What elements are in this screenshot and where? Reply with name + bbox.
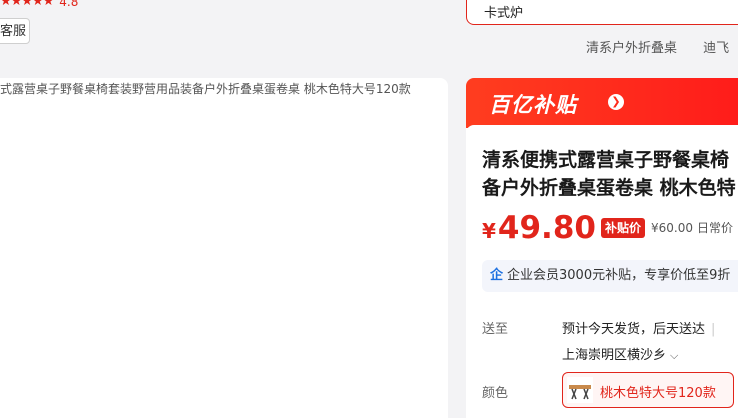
hot-link-2[interactable]: 迪飞 [703,41,729,56]
current-price: 49.80 [497,210,596,246]
subsidy-title: 百亿补贴 [489,93,577,117]
product-image-panel[interactable] [0,78,448,418]
search-input[interactable]: 卡式炉 [466,0,738,25]
original-price-label: 日常价 [697,221,734,235]
delivery-address[interactable]: 上海崇明区横沙乡 ⌵ [562,344,678,363]
chevron-right-icon: ❯ [608,94,624,110]
delivery-label: 送至 [482,322,509,337]
rating-score: 4.8 [59,0,79,9]
currency-symbol: ¥ [482,219,496,243]
divider: | [711,322,716,337]
enterprise-icon: 企 [490,268,504,283]
color-option-selected[interactable]: 桃木色特大号120款 [562,372,734,408]
product-title: 清系便携式露营桌子野餐桌椅 备户外折叠桌蛋卷桌 桃木色特 [482,146,738,202]
enterprise-member-bar[interactable]: 企企业会员3000元补贴，专享价低至9折 [482,260,738,292]
rating: ★★★★★ 4.8 [0,0,78,9]
address-text: 上海崇明区横沙乡 [562,348,667,363]
original-price: ¥60.00 [651,221,693,235]
price-row: ¥ 49.80 补贴价 ¥60.00 日常价 [482,210,733,250]
product-info-panel: 百亿补贴 ❯ 清系便携式露营桌子野餐桌椅 备户外折叠桌蛋卷桌 桃木色特 ¥ 49… [466,78,738,418]
product-title-line1: 清系便携式露营桌子野餐桌椅 [482,149,730,171]
color-option-label: 桃木色特大号120款 [600,386,716,401]
delivery-schedule-text: 预计今天发货，后天送达 [562,322,706,337]
member-text: 企业会员3000元补贴，专享价低至9折 [507,268,731,283]
customer-service-button[interactable]: 客服 [0,18,30,44]
delivery-schedule: 预计今天发货，后天送达 | [562,318,721,337]
chevron-down-icon: ⌵ [670,349,679,362]
color-label: 颜色 [482,386,509,401]
product-title-line2: 备户外折叠桌蛋卷桌 桃木色特 [482,177,736,199]
color-option-thumbnail [567,377,593,403]
rating-stars: ★★★★★ [0,0,54,9]
hot-search-links: 清系户外折叠桌 迪飞 [586,37,738,56]
search-value: 卡式炉 [484,6,524,21]
product-image-caption: 式露营桌子野餐桌椅套装野营用品装备户外折叠桌蛋卷桌 桃木色特大号120款 [0,82,411,96]
subsidy-banner[interactable]: 百亿补贴 ❯ [466,78,738,128]
subsidy-price-badge: 补贴价 [600,218,645,238]
hot-link-1[interactable]: 清系户外折叠桌 [586,41,677,56]
